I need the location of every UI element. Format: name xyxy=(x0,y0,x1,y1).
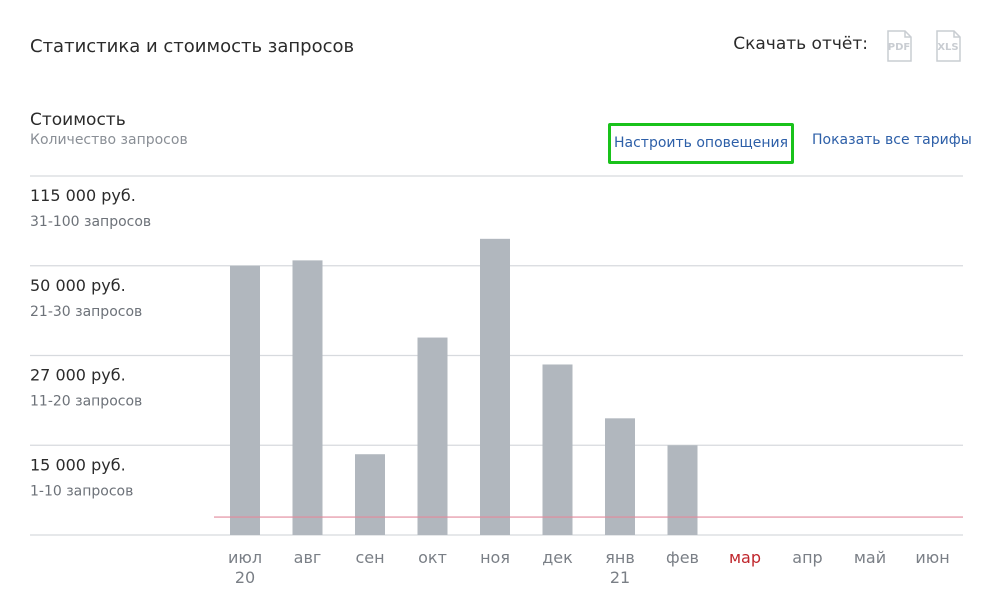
tier-price-label: 115 000 руб. xyxy=(30,186,136,205)
tier-price-label: 50 000 руб. xyxy=(30,276,126,295)
tier-price-label: 27 000 руб. xyxy=(30,366,126,385)
bar-фев xyxy=(667,445,698,535)
month-label-апр: апр xyxy=(792,548,822,567)
tier-price-label: 15 000 руб. xyxy=(30,455,126,474)
month-label-июл: июл xyxy=(228,548,262,567)
month-label-ноя: ноя xyxy=(480,548,510,567)
month-label-авг: авг xyxy=(294,548,322,567)
tier-requests-label: 1-10 запросов xyxy=(30,483,133,499)
bar-дек xyxy=(542,364,573,535)
month-label-сен: сен xyxy=(355,548,384,567)
month-label-дек: дек xyxy=(542,548,573,567)
month-label-мар: мар xyxy=(729,548,761,567)
year-label: 20 xyxy=(235,568,255,587)
bar-сен xyxy=(355,454,385,535)
bar-ноя xyxy=(480,238,510,535)
tier-requests-label: 21-30 запросов xyxy=(30,304,142,320)
month-label-окт: окт xyxy=(418,548,447,567)
month-label-фев: фев xyxy=(666,548,699,567)
tier-requests-label: 11-20 запросов xyxy=(30,394,142,410)
month-label-янв: янв xyxy=(605,548,635,567)
bar-авг xyxy=(292,260,323,535)
tier-requests-label: 31-100 запросов xyxy=(30,214,151,230)
month-label-июн: июн xyxy=(915,548,949,567)
year-label: 21 xyxy=(610,568,630,587)
bar-июл xyxy=(230,265,260,535)
bar-окт xyxy=(417,337,448,535)
cost-chart: 15 000 руб. 1-10 запросов 27 000 руб. 11-20… xyxy=(30,175,963,587)
month-label-май: май xyxy=(854,548,886,567)
